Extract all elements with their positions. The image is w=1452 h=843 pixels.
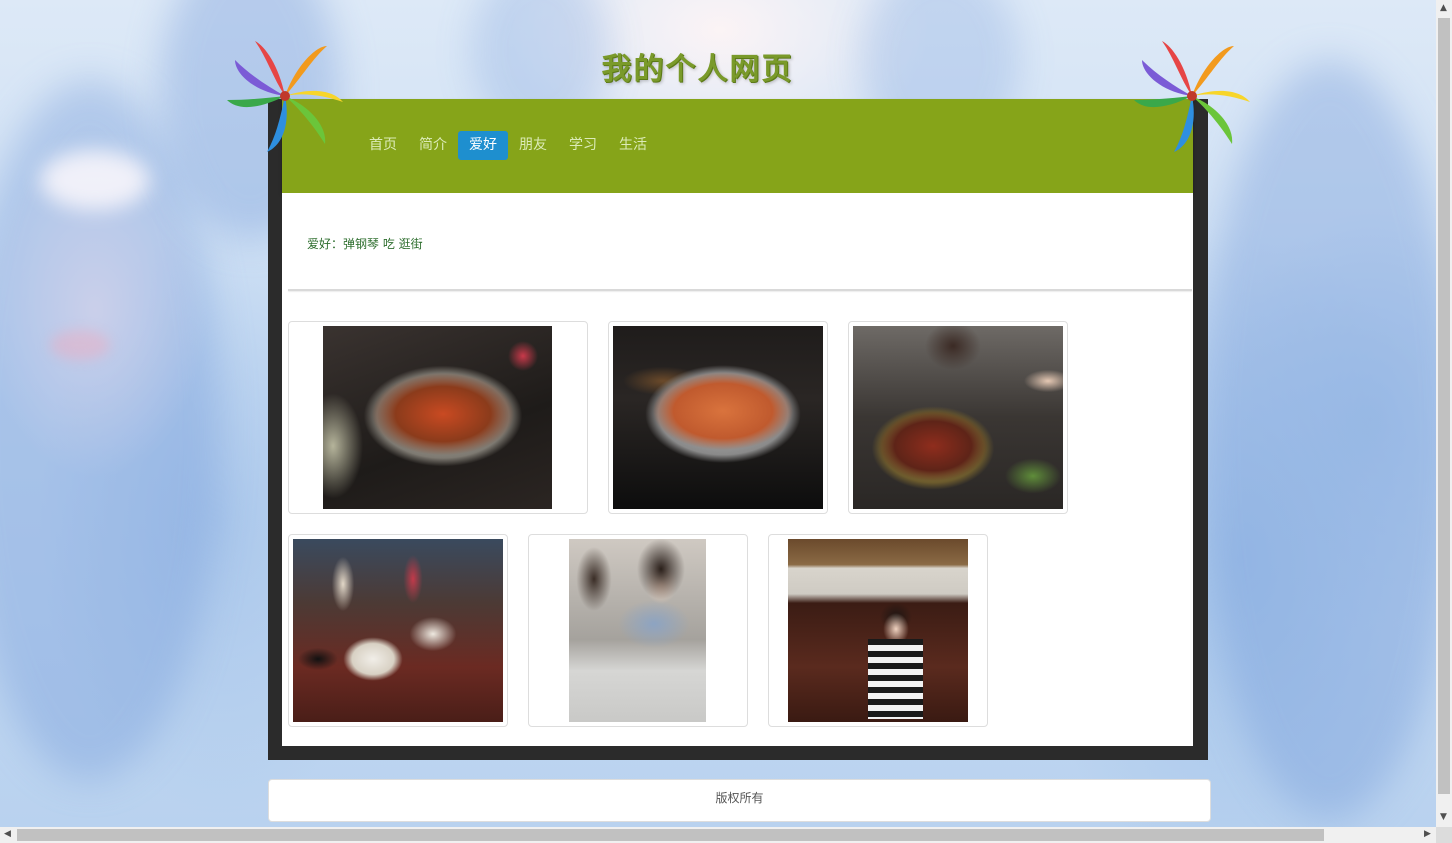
spicy-pot-photo — [323, 326, 552, 509]
nav-item-friends[interactable]: 朋友 — [508, 131, 558, 160]
scroll-down-icon[interactable]: ▼ — [1440, 812, 1447, 822]
piano-friends-photo — [569, 539, 706, 722]
nav-item-hobby[interactable]: 爱好 — [458, 131, 508, 160]
footer: 版权所有 — [268, 779, 1211, 822]
gallery-thumbnail[interactable] — [288, 321, 588, 514]
vertical-scrollbar[interactable]: ▲ ▼ — [1436, 0, 1452, 827]
hotpot-friends-photo — [853, 326, 1063, 509]
gallery-thumbnail[interactable] — [608, 321, 828, 514]
vertical-scroll-thumb[interactable] — [1438, 18, 1450, 794]
cake-drinks-photo — [293, 539, 503, 722]
scroll-up-icon[interactable]: ▲ — [1440, 3, 1447, 13]
horizontal-scroll-thumb[interactable] — [17, 829, 1324, 841]
nav-item-life[interactable]: 生活 — [608, 131, 658, 160]
scroll-left-icon[interactable]: ◀ — [4, 829, 11, 839]
pinwheel-right-icon — [1134, 41, 1250, 152]
scroll-right-icon[interactable]: ▶ — [1424, 829, 1431, 839]
girl-at-piano-photo — [788, 539, 968, 722]
pinwheel-left-icon — [227, 41, 343, 152]
horizontal-scrollbar[interactable]: ◀ ▶ — [0, 827, 1436, 843]
hobby-text: 爱好：弹钢琴 吃 逛街 — [307, 237, 423, 251]
nav-item-home[interactable]: 首页 — [358, 131, 408, 160]
scrollbar-corner — [1436, 827, 1452, 843]
gallery-thumbnail[interactable] — [288, 534, 508, 727]
gallery-thumbnail[interactable] — [848, 321, 1068, 514]
main-nav: 首页 简介 爱好 朋友 学习 生活 — [358, 131, 658, 160]
divider — [288, 289, 1192, 291]
gallery-thumbnail[interactable] — [528, 534, 748, 727]
nav-item-intro[interactable]: 简介 — [408, 131, 458, 160]
nav-item-study[interactable]: 学习 — [558, 131, 608, 160]
page-title: 我的个人网页 — [601, 52, 794, 87]
fish-stew-photo — [613, 326, 823, 509]
gallery-thumbnail[interactable] — [768, 534, 988, 727]
